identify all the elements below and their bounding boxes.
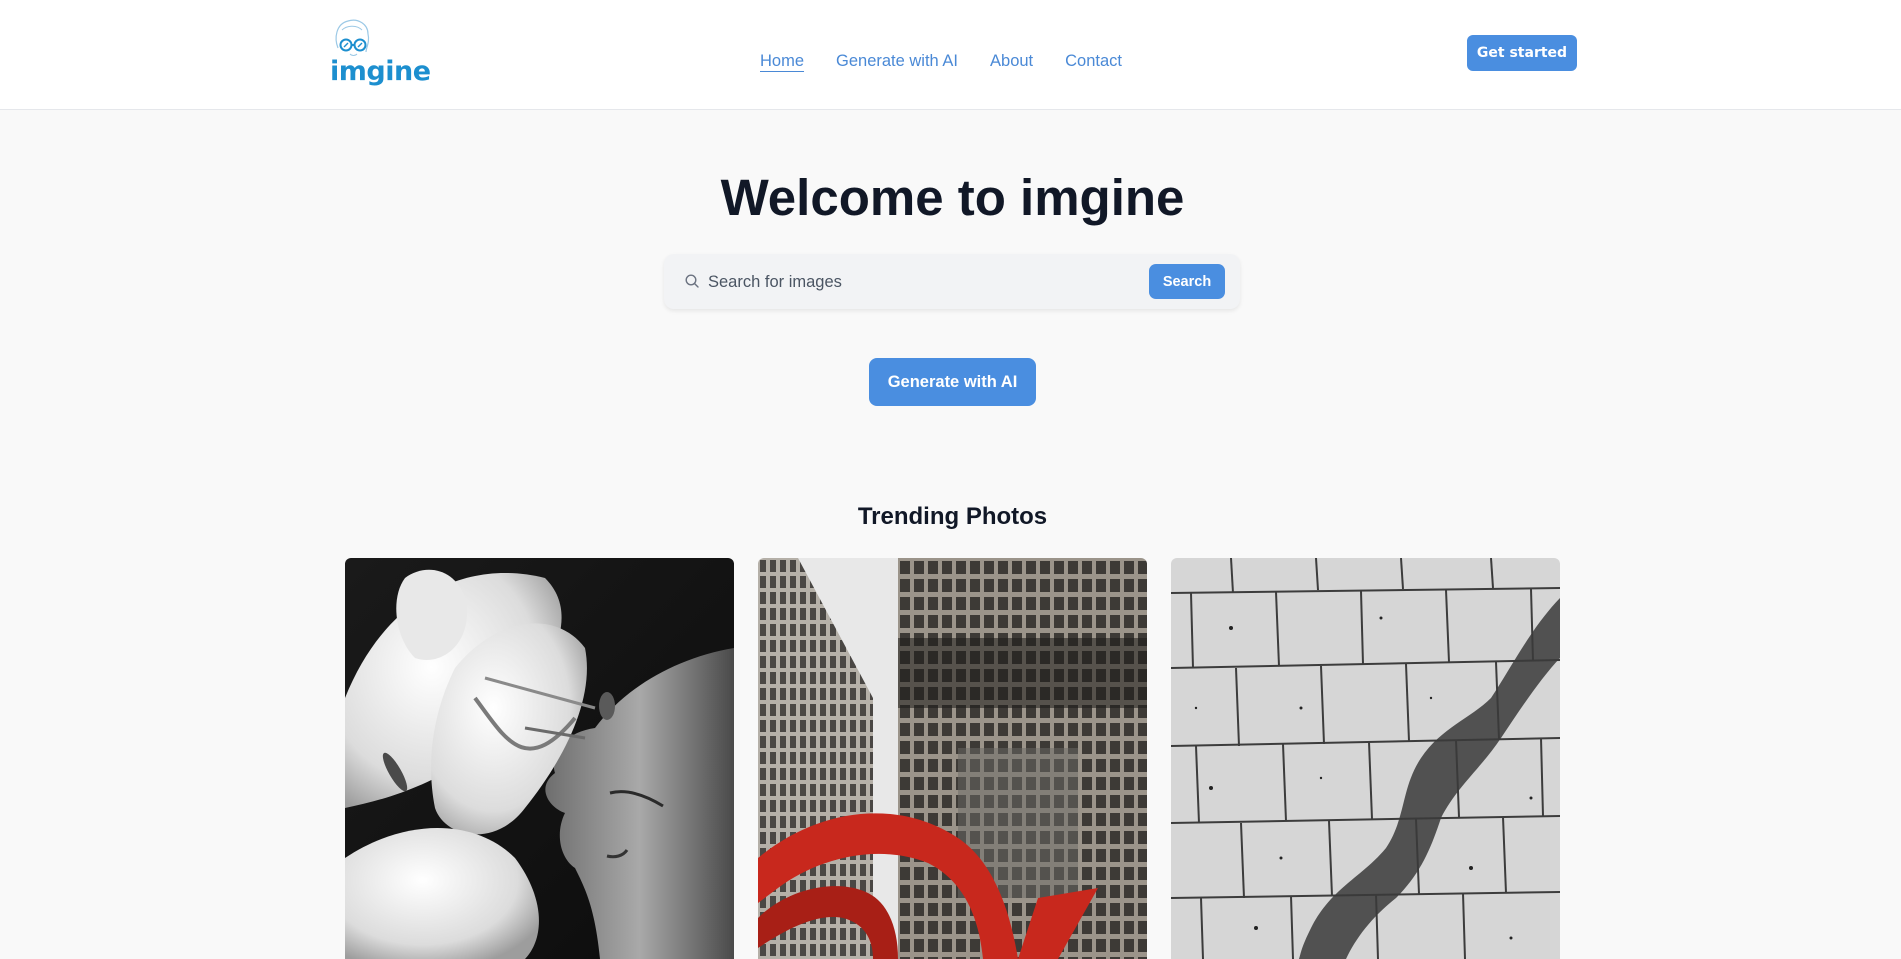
search-button[interactable]: Search (1149, 264, 1225, 299)
brand-logo[interactable]: imgine (328, 18, 431, 90)
trending-photo-shadow-tiles[interactable] (1171, 558, 1560, 959)
nav-home-link[interactable]: Home (760, 52, 804, 71)
main-nav: Home Generate with AI About Contact (760, 49, 1122, 73)
trending-photo-skyscrapers[interactable] (758, 558, 1147, 959)
nav-about-link[interactable]: About (990, 52, 1033, 71)
trending-photo-woman-lily[interactable] (345, 558, 734, 959)
photo-skyscrapers-image (758, 558, 1147, 959)
search-bar: Search (664, 254, 1240, 309)
nav-contact-link[interactable]: Contact (1065, 52, 1122, 71)
photo-woman-lily-image (345, 558, 734, 959)
photo-shadow-tiles-image (1171, 558, 1560, 959)
site-header: imgine Home Generate with AI About Conta… (0, 0, 1901, 110)
nav-generate-link[interactable]: Generate with AI (836, 52, 958, 71)
get-started-button[interactable]: Get started (1467, 35, 1577, 71)
search-input[interactable] (708, 268, 1138, 296)
brand-name: imgine (330, 56, 431, 87)
generate-with-ai-button[interactable]: Generate with AI (869, 358, 1036, 406)
trending-title: Trending Photos (857, 503, 1048, 530)
logo-mascot-icon (335, 19, 370, 56)
search-icon (685, 274, 699, 288)
page-title: Welcome to imgine (720, 169, 1185, 226)
